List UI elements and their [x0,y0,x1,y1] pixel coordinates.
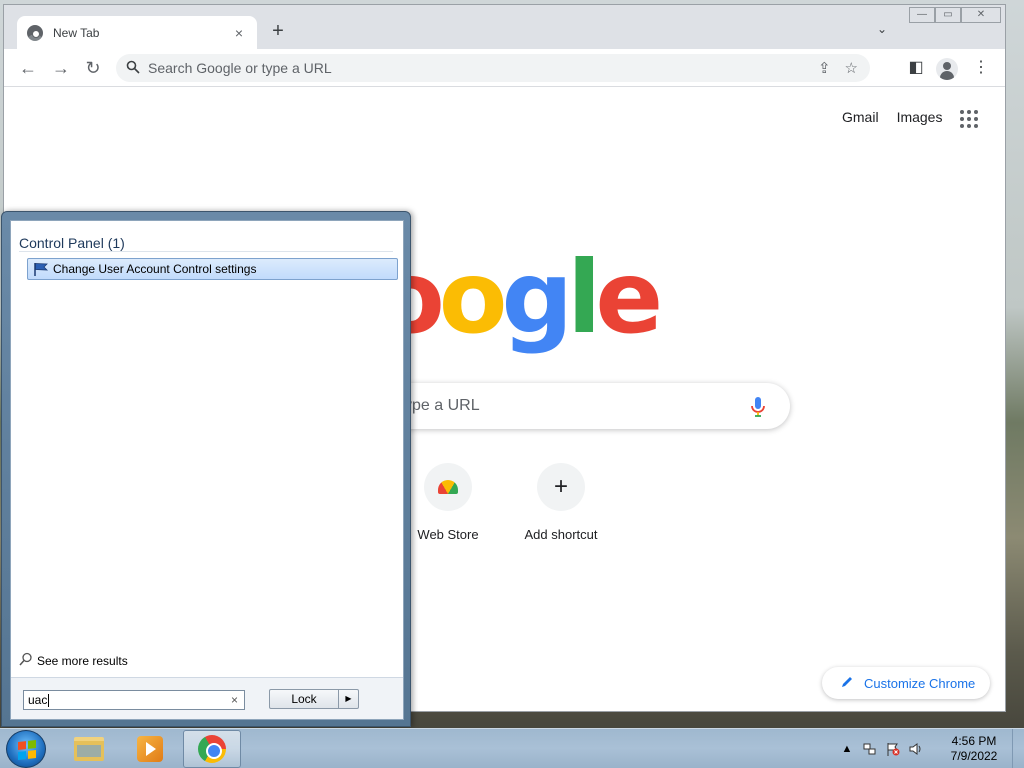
google-logo-letter: l [567,239,601,356]
results-group-title: Control Panel (1) [19,235,131,251]
power-options-arrow-icon[interactable]: ▶ [338,690,358,708]
shortcut-add[interactable]: + Add shortcut [516,463,606,542]
taskbar-windows-explorer[interactable] [60,730,118,768]
start-menu-results-pane: Control Panel (1) Change User Account Co… [10,220,404,720]
side-panel-icon[interactable]: ◧ [904,56,928,80]
menu-kebab-icon[interactable]: ⋮ [969,56,993,80]
folder-icon [74,737,104,761]
window-controls: — ▭ ✕ [909,7,1001,23]
omnibox-actions: ⇪ ☆ [818,59,870,77]
start-menu: Control Panel (1) Change User Account Co… [1,211,411,727]
magnifier-icon [19,652,33,669]
taskbar-google-chrome[interactable] [183,730,241,768]
omnibox[interactable]: Search Google or type a URL ⇪ ☆ [116,54,870,82]
omnibox-placeholder: Search Google or type a URL [148,60,332,76]
plus-icon: + [537,463,585,511]
clock-date: 7/9/2022 [950,749,998,763]
reload-icon[interactable]: ↻ [81,56,105,80]
profile-avatar-icon[interactable] [936,58,958,80]
windows-logo-icon [18,740,36,760]
pencil-icon [840,675,854,692]
uac-flag-icon [33,262,49,276]
back-arrow-icon[interactable]: ← [16,56,40,80]
start-search-input[interactable]: uac × [23,690,245,710]
close-button[interactable]: ✕ [961,7,1001,23]
clock-time: 4:56 PM [951,734,997,748]
taskbar-media-player[interactable] [121,730,179,768]
search-icon [126,60,148,77]
google-logo-letter: e [595,239,663,356]
shortcut-web-store[interactable]: Web Store [403,463,493,542]
see-more-results-link[interactable]: See more results [19,652,128,669]
tab-title: New Tab [53,25,100,40]
google-apps-icon[interactable] [960,110,978,128]
tab-search-chevron-icon[interactable]: ⌄ [877,22,887,36]
lock-button[interactable]: Lock [270,690,338,708]
bookmark-star-icon[interactable]: ☆ [845,59,858,77]
show-desktop-button[interactable] [1012,729,1024,768]
shortcut-label: Web Store [417,527,479,542]
customize-chrome-label: Customize Chrome [864,675,976,691]
shortcut-circle [424,463,472,511]
taskbar-clock[interactable]: 4:56 PM 7/9/2022 [942,734,1006,764]
chrome-favicon-icon [27,24,43,41]
maximize-button[interactable]: ▭ [935,7,961,23]
microphone-icon[interactable] [748,396,768,418]
media-player-icon [137,736,163,762]
customize-chrome-button[interactable]: Customize Chrome [822,667,990,699]
tab-strip: New Tab × + ⌄ — ▭ ✕ [4,5,1005,49]
start-menu-bottom-bar: uac × Lock ▶ [11,677,403,719]
webstore-icon [438,480,458,494]
browser-toolbar: ← → ↻ Search Google or type a URL ⇪ ☆ ◧ … [4,49,1005,87]
chrome-icon [198,735,226,763]
google-logo-letter: g [501,239,574,356]
shortcut-label: Add shortcut [524,527,598,542]
tab-new-tab[interactable]: New Tab × [17,16,257,49]
ntp-search-placeholder: ype a URL [404,397,480,414]
tab-close-icon[interactable]: × [231,25,247,41]
network-icon[interactable] [863,742,877,756]
show-hidden-icons-arrow-icon[interactable]: ▲ [840,742,854,756]
forward-arrow-icon[interactable]: → [49,56,73,80]
gmail-link[interactable]: Gmail [842,109,879,125]
new-tab-button[interactable]: + [266,20,290,44]
start-button[interactable] [6,730,46,768]
search-result-uac-settings[interactable]: Change User Account Control settings [27,258,398,280]
images-link[interactable]: Images [897,109,943,125]
action-center-flag-icon[interactable] [886,742,900,756]
volume-icon[interactable] [909,742,923,756]
results-group-header: Control Panel (1) [19,235,393,252]
power-button-group: Lock ▶ [269,689,359,709]
see-more-label: See more results [37,653,128,668]
taskbar: ▲ 4:56 PM 7/9/2022 [0,728,1024,768]
ntp-header-links: Gmail Images [842,109,942,125]
search-result-label: Change User Account Control settings [53,262,257,276]
minimize-button[interactable]: — [909,7,935,23]
start-search-value: uac [28,693,48,707]
share-icon[interactable]: ⇪ [818,59,831,77]
clear-search-icon[interactable]: × [231,693,238,707]
google-logo-letter: o [438,239,508,356]
system-tray: ▲ [840,729,923,768]
text-caret [48,693,50,707]
